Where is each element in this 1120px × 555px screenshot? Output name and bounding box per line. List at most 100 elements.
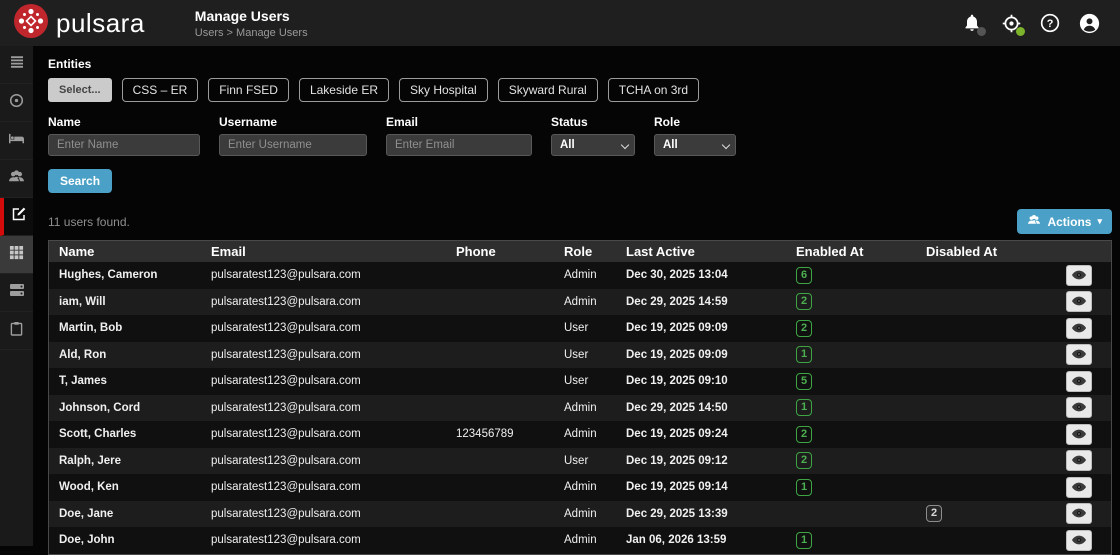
view-user-button[interactable] xyxy=(1066,477,1092,498)
entity-chip[interactable]: Lakeside ER xyxy=(299,78,389,102)
top-bar: pulsara Manage Users Users > Manage User… xyxy=(0,0,1120,46)
entity-chip[interactable]: Sky Hospital xyxy=(399,78,488,102)
cell-role: Admin xyxy=(554,402,616,414)
entities-row: Select... CSS – ER Finn FSED Lakeside ER… xyxy=(48,78,1112,102)
enabled-at-badge: 5 xyxy=(796,373,812,390)
email-input[interactable] xyxy=(386,134,532,156)
cell-name: Ralph, Jere xyxy=(49,455,201,467)
users-icon xyxy=(8,169,25,189)
entity-chip[interactable]: Skyward Rural xyxy=(498,78,598,102)
cell-last-active: Dec 29, 2025 14:50 xyxy=(616,402,786,414)
cell-last-active: Jan 06, 2026 13:59 xyxy=(616,534,786,546)
table-row: Doe, John pulsaratest123@pulsara.com Adm… xyxy=(49,527,1111,554)
eye-icon xyxy=(1072,400,1086,415)
cell-last-active: Dec 29, 2025 14:59 xyxy=(616,296,786,308)
enabled-at-badge: 2 xyxy=(796,293,812,310)
eye-icon xyxy=(1072,294,1086,309)
table-header: NameEmailPhoneRoleLast ActiveEnabled AtD… xyxy=(49,241,1111,262)
column-header: Phone xyxy=(446,244,554,259)
view-user-button[interactable] xyxy=(1066,318,1092,339)
sidebar-item-disc[interactable] xyxy=(0,84,33,122)
cell-email: pulsaratest123@pulsara.com xyxy=(201,296,446,308)
enabled-at-badge: 1 xyxy=(796,399,812,416)
sidebar-item-servers[interactable] xyxy=(0,274,33,312)
disc-icon xyxy=(9,93,24,113)
sidebar-item-beds[interactable] xyxy=(0,122,33,160)
cell-last-active: Dec 19, 2025 09:12 xyxy=(616,455,786,467)
enabled-at-badge: 2 xyxy=(796,426,812,443)
cell-last-active: Dec 19, 2025 09:09 xyxy=(616,349,786,361)
username-label: Username xyxy=(219,115,367,129)
view-user-button[interactable] xyxy=(1066,530,1092,551)
notifications-button[interactable] xyxy=(961,12,983,34)
cell-last-active: Dec 19, 2025 09:10 xyxy=(616,375,786,387)
cell-email: pulsaratest123@pulsara.com xyxy=(201,428,446,440)
cell-name: iam, Will xyxy=(49,296,201,308)
table-row: Hughes, Cameron pulsaratest123@pulsara.c… xyxy=(49,262,1111,289)
cell-phone: 123456789 xyxy=(446,428,554,440)
users-icon xyxy=(1027,214,1041,229)
cell-role: Admin xyxy=(554,269,616,281)
entities-label: Entities xyxy=(48,57,1112,71)
name-input[interactable] xyxy=(48,134,200,156)
cell-role: Admin xyxy=(554,481,616,493)
results-count: 11 users found. xyxy=(48,215,130,229)
role-label: Role xyxy=(654,115,736,129)
entity-chip[interactable]: TCHA on 3rd xyxy=(608,78,699,102)
username-input[interactable] xyxy=(219,134,367,156)
cell-email: pulsaratest123@pulsara.com xyxy=(201,375,446,387)
tracking-button[interactable] xyxy=(1000,12,1022,34)
table-row: Doe, Jane pulsaratest123@pulsara.com Adm… xyxy=(49,501,1111,528)
sidebar-item-manage-users[interactable] xyxy=(0,198,33,236)
entities-select-button[interactable]: Select... xyxy=(48,78,112,102)
sidebar-item-list[interactable] xyxy=(0,46,33,84)
actions-button[interactable]: Actions ▾ xyxy=(1017,209,1112,234)
sidebar-item-tables[interactable] xyxy=(0,236,33,274)
cell-last-active: Dec 19, 2025 09:14 xyxy=(616,481,786,493)
account-button[interactable] xyxy=(1078,12,1100,34)
view-user-button[interactable] xyxy=(1066,503,1092,524)
help-button[interactable]: ? xyxy=(1039,12,1061,34)
enabled-at-badge: 1 xyxy=(796,346,812,363)
cell-name: Doe, Jane xyxy=(49,508,201,520)
cell-role: User xyxy=(554,349,616,361)
view-user-button[interactable] xyxy=(1066,265,1092,286)
cell-email: pulsaratest123@pulsara.com xyxy=(201,455,446,467)
eye-icon xyxy=(1072,427,1086,442)
cell-role: User xyxy=(554,455,616,467)
role-select[interactable]: All xyxy=(654,134,736,156)
view-user-button[interactable] xyxy=(1066,424,1092,445)
cell-name: Doe, John xyxy=(49,534,201,546)
cell-last-active: Dec 30, 2025 13:04 xyxy=(616,269,786,281)
pulsara-logo[interactable]: pulsara xyxy=(0,3,145,44)
cell-name: Wood, Ken xyxy=(49,481,201,493)
enabled-at-badge: 1 xyxy=(796,532,812,549)
email-label: Email xyxy=(386,115,532,129)
view-user-button[interactable] xyxy=(1066,371,1092,392)
edit-icon xyxy=(11,206,27,227)
status-select[interactable]: All xyxy=(551,134,635,156)
search-button[interactable]: Search xyxy=(48,169,112,193)
table-row: Ald, Ron pulsaratest123@pulsara.com User… xyxy=(49,342,1111,369)
eye-icon xyxy=(1072,347,1086,362)
view-user-button[interactable] xyxy=(1066,397,1092,418)
cell-role: Admin xyxy=(554,428,616,440)
entity-chip[interactable]: CSS – ER xyxy=(122,78,199,102)
cell-name: Scott, Charles xyxy=(49,428,201,440)
entity-chip[interactable]: Finn FSED xyxy=(208,78,289,102)
column-header: Name xyxy=(49,244,201,259)
eye-icon xyxy=(1072,453,1086,468)
eye-icon xyxy=(1072,480,1086,495)
cell-email: pulsaratest123@pulsara.com xyxy=(201,534,446,546)
cell-last-active: Dec 19, 2025 09:24 xyxy=(616,428,786,440)
status-label: Status xyxy=(551,115,635,129)
sidebar-item-users[interactable] xyxy=(0,160,33,198)
column-header: Last Active xyxy=(616,244,786,259)
view-user-button[interactable] xyxy=(1066,450,1092,471)
actions-button-label: Actions xyxy=(1047,215,1091,229)
view-user-button[interactable] xyxy=(1066,344,1092,365)
view-user-button[interactable] xyxy=(1066,291,1092,312)
pulsara-logo-icon xyxy=(13,3,49,44)
main-content: Entities Select... CSS – ER Finn FSED La… xyxy=(33,46,1120,546)
sidebar-item-clipboard[interactable] xyxy=(0,312,33,350)
